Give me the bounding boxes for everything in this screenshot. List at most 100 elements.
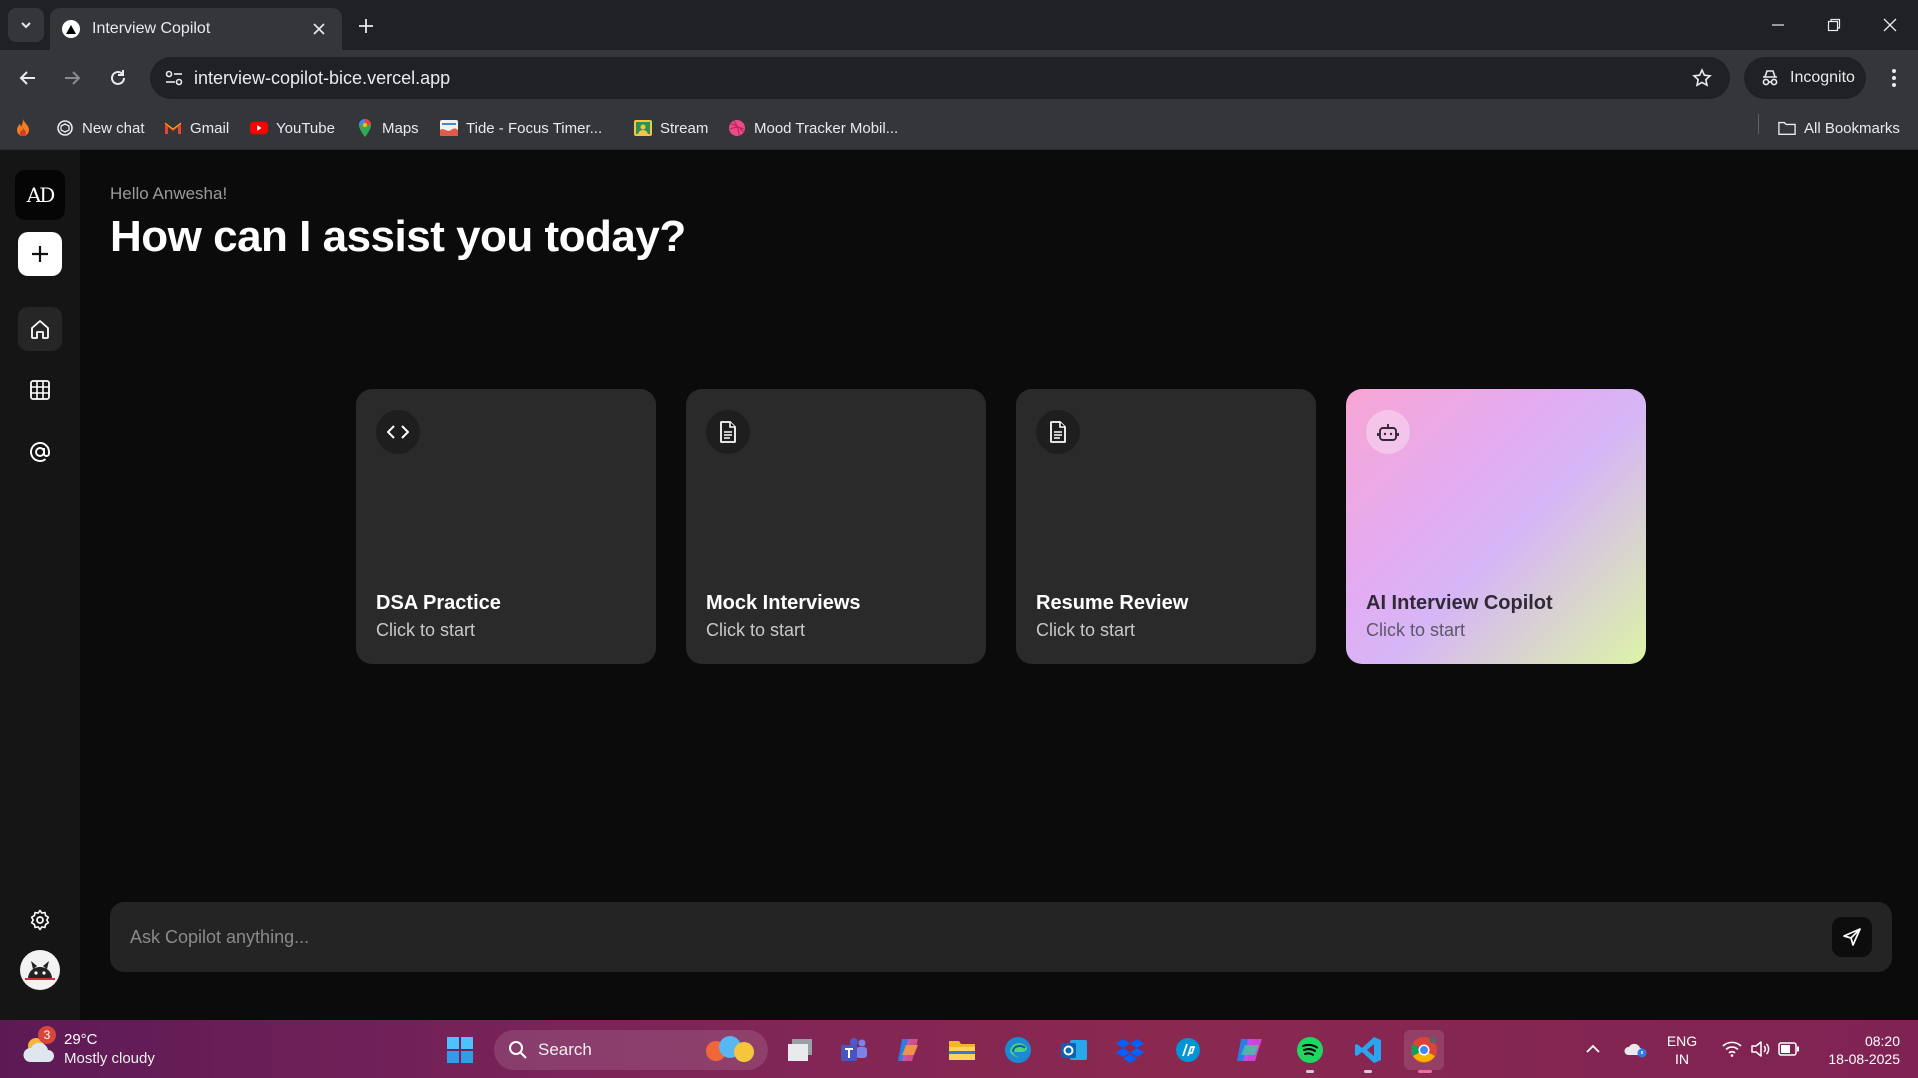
restore-button[interactable] [1806,0,1862,50]
bookmark-label: Mood Tracker Mobil... [754,119,899,137]
nav-mentions[interactable] [18,430,62,474]
settings-button[interactable] [18,898,62,942]
system-clock[interactable]: 08:20 18-08-2025 [1808,1032,1900,1068]
card-subtitle: Click to start [376,620,476,640]
browser-menu-button[interactable] [1878,62,1910,94]
quick-settings-button[interactable] [1716,1030,1806,1068]
address-bar[interactable]: interview-copilot-bice.vercel.app [150,57,1730,99]
left-rail: AD [0,150,80,1020]
bookmark-label: Maps [382,119,419,137]
card-dsa-practice[interactable]: DSA Practice Click to start [356,389,656,664]
more-vertical-icon [1892,69,1896,87]
reload-button[interactable] [102,62,134,94]
browser-tab[interactable]: Interview Copilot [50,8,342,50]
close-window-button[interactable] [1862,0,1918,50]
flame-icon [14,119,32,137]
back-button[interactable] [12,62,44,94]
bookmark-gmail[interactable]: Gmail [164,116,229,140]
nav-home[interactable] [18,307,62,351]
bookmark-flame[interactable] [14,116,32,140]
onedrive-button[interactable] [1620,1030,1650,1068]
bookmark-label: YouTube [276,119,335,137]
clock-time: 08:20 [1864,1033,1900,1049]
input-language[interactable]: ENG IN [1660,1032,1704,1068]
volume-icon [1751,1041,1770,1057]
outlook-button[interactable] [1054,1030,1094,1070]
card-mock-interviews[interactable]: Mock Interviews Click to start [686,389,986,664]
edge-icon [1005,1037,1031,1063]
bookmark-star-icon[interactable] [1682,57,1722,99]
card-resume-review[interactable]: Resume Review Click to start [1016,389,1316,664]
active-indicator [1418,1070,1432,1073]
card-subtitle: Click to start [1036,620,1136,640]
site-settings-icon[interactable] [154,57,194,99]
bookmark-youtube[interactable]: YouTube [250,116,335,140]
minimize-button[interactable] [1750,0,1806,50]
app-logo[interactable]: AD [15,170,65,220]
copilot-button[interactable] [888,1030,928,1070]
balloons-icon [706,1036,754,1062]
task-view-icon [788,1039,812,1061]
incognito-icon [1762,70,1778,86]
onedrive-icon [1624,1043,1647,1058]
page-title: How can I assist you today? [110,212,686,261]
card-subtitle: Click to start [1366,620,1466,640]
taskbar-search[interactable]: Search [494,1030,768,1070]
avatar[interactable] [20,950,60,990]
at-sign-icon [30,442,50,462]
tab-search-button[interactable] [8,8,44,42]
card-title: DSA Practice [376,592,501,614]
close-icon [1883,18,1897,32]
document-icon [706,410,750,454]
bookmark-stream[interactable]: Stream [634,116,708,140]
start-button[interactable] [440,1030,480,1070]
weather-widget[interactable]: 3 29°C Mostly cloudy [22,1026,182,1070]
edge-button[interactable] [998,1030,1038,1070]
bookmark-label: Stream [660,119,709,137]
new-tab-button[interactable] [352,12,380,40]
browser-tabstrip: Interview Copilot [0,0,1918,50]
send-icon [1843,928,1861,946]
teams-button[interactable] [834,1030,874,1070]
forward-button[interactable] [56,62,88,94]
outlook-icon [1061,1040,1087,1060]
dropbox-icon [1116,1039,1144,1063]
incognito-label: Incognito [1790,69,1855,86]
nav-grid[interactable] [18,368,62,412]
grid-icon [30,380,50,400]
chat-input[interactable] [130,902,1790,972]
bookmark-maps[interactable]: Maps [356,116,419,140]
tide-icon [440,119,458,137]
app-main: AD Hello Anwesha! How can I assist you t… [0,150,1918,1020]
file-explorer-button[interactable] [942,1030,982,1070]
all-bookmarks-label: All Bookmarks [1804,119,1900,137]
chrome-button[interactable] [1404,1030,1444,1070]
card-ai-interview-copilot[interactable]: AI Interview Copilot Click to start [1346,389,1646,664]
bookmark-new-chat[interactable]: New chat [56,116,145,140]
gear-icon [30,909,50,931]
windows-taskbar: 3 29°C Mostly cloudy Search ENG IN 08:20… [0,1020,1918,1078]
robot-icon [1366,410,1410,454]
task-view-button[interactable] [780,1030,820,1070]
chevron-up-icon [1586,1044,1600,1053]
vscode-button[interactable] [1348,1030,1388,1070]
incognito-indicator[interactable]: Incognito [1744,57,1866,99]
tray-overflow-button[interactable] [1582,1030,1604,1068]
send-button[interactable] [1832,917,1872,957]
spotify-icon [1297,1037,1323,1063]
spotify-button[interactable] [1290,1030,1330,1070]
bookmark-mood-tracker[interactable]: Mood Tracker Mobil... [728,116,898,140]
new-chat-button[interactable] [18,232,62,276]
bookmark-tide[interactable]: Tide - Focus Timer... [440,116,602,140]
all-bookmarks-button[interactable]: All Bookmarks [1778,116,1900,140]
folder-icon [949,1041,975,1060]
url-text[interactable]: interview-copilot-bice.vercel.app [194,68,1682,89]
restore-icon [1827,18,1841,32]
weather-condition: Mostly cloudy [64,1050,155,1067]
hp-button[interactable] [1168,1030,1208,1070]
dropbox-button[interactable] [1110,1030,1150,1070]
m365-button[interactable] [1230,1030,1270,1070]
bookmark-label: Gmail [190,119,230,137]
document-icon [1036,410,1080,454]
close-tab-icon[interactable] [308,18,330,40]
